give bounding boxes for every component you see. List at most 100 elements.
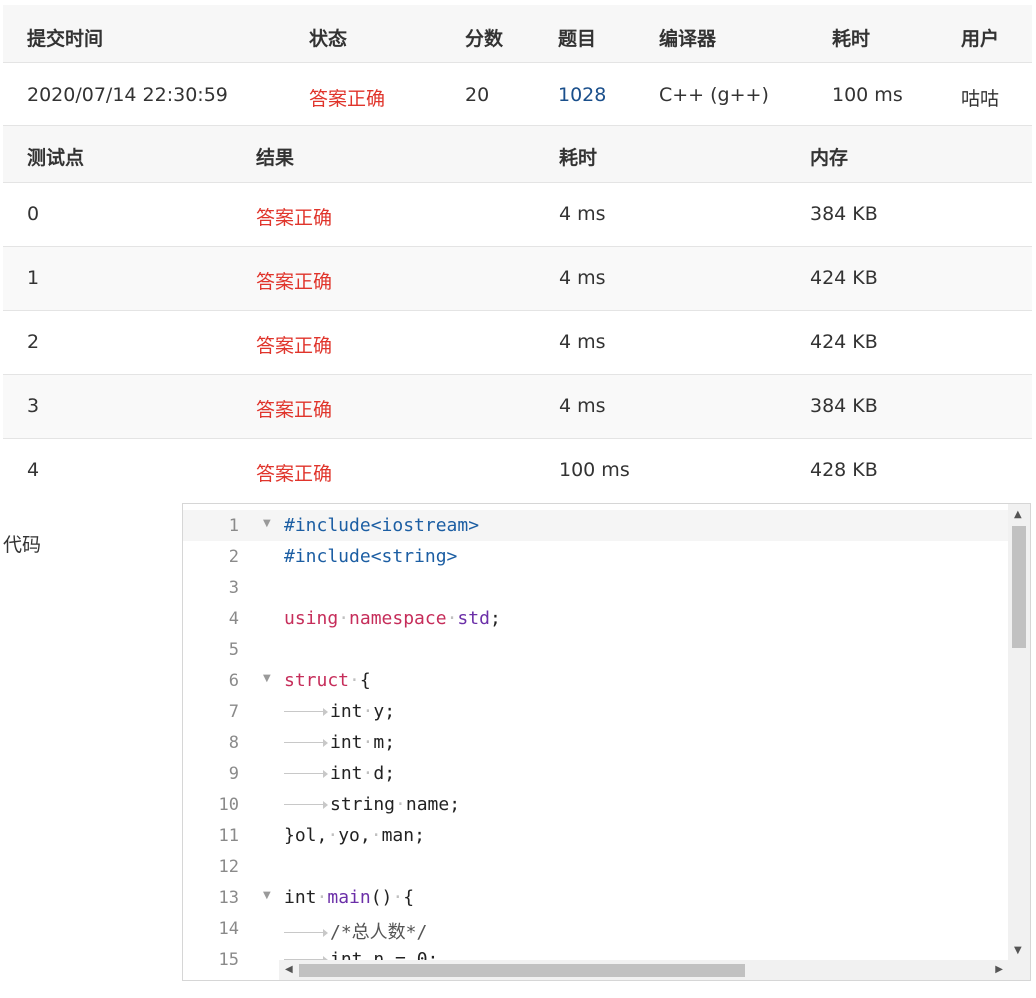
namespace-token: std <box>457 608 490 629</box>
code-line[interactable]: 6 ▼ struct·{ <box>183 665 1009 696</box>
case-result: 答案正确 <box>256 463 333 485</box>
line-number: 4 <box>228 609 239 629</box>
vertical-scroll-thumb[interactable] <box>1012 526 1026 648</box>
line-number: 12 <box>218 857 239 877</box>
code-token: { <box>403 887 415 908</box>
keyword-token: using <box>284 608 339 629</box>
header-compiler: 编译器 <box>659 28 717 50</box>
code-line[interactable]: 7 int·y; <box>183 696 1009 727</box>
line-number: 7 <box>228 702 239 722</box>
header-problem: 题目 <box>558 28 597 50</box>
compiler-value: C++ (g++) <box>659 84 769 106</box>
scroll-down-arrow-icon[interactable]: ▼ <box>1014 945 1022 956</box>
elapsed-value: 100 ms <box>832 84 903 106</box>
case-elapsed: 4 ms <box>559 267 606 289</box>
fold-arrow-icon[interactable]: ▼ <box>263 673 271 684</box>
fold-arrow-icon[interactable]: ▼ <box>263 518 271 529</box>
table-row: 2 答案正确 4 ms 424 KB <box>3 311 1032 375</box>
code-line[interactable]: 14 /*总人数*/ <box>183 913 1009 944</box>
table-row: 1 答案正确 4 ms 424 KB <box>3 247 1032 311</box>
code-token: }ol, <box>284 825 328 846</box>
header-score: 分数 <box>465 28 504 50</box>
vertical-scrollbar[interactable]: ▲ ▼ <box>1008 504 1030 980</box>
submission-table: 提交时间 状态 分数 题目 编译器 耗时 用户 2020/07/14 22:30… <box>3 5 1032 126</box>
line-number: 13 <box>218 888 239 908</box>
tab-indent-icon <box>284 928 330 938</box>
table-row: 3 答案正确 4 ms 384 KB <box>3 375 1032 439</box>
code-line[interactable]: 8 int·m; <box>183 727 1009 758</box>
case-result: 答案正确 <box>256 399 333 421</box>
line-number: 1 <box>228 516 239 536</box>
table-row: 0 答案正确 4 ms 384 KB <box>3 183 1032 247</box>
comment-token: /*总人数*/ <box>330 922 428 943</box>
scroll-right-arrow-icon[interactable]: ▶ <box>995 964 1003 975</box>
code-line[interactable]: 2 #include<string> <box>183 541 1009 572</box>
code-editor[interactable]: 1 ▼ #include<iostream> 2 #include<string… <box>182 503 1031 981</box>
code-line[interactable]: 5 <box>183 634 1009 665</box>
code-line[interactable]: 10 string·name; <box>183 789 1009 820</box>
case-memory: 428 KB <box>810 459 878 481</box>
preprocessor-token: #include <box>284 515 371 536</box>
score-value: 20 <box>465 84 490 106</box>
type-token: int <box>330 763 363 784</box>
scroll-left-arrow-icon[interactable]: ◀ <box>285 964 293 975</box>
fold-arrow-icon[interactable]: ▼ <box>263 890 271 901</box>
line-number: 15 <box>218 950 239 970</box>
line-number: 6 <box>228 671 239 691</box>
code-label: 代码 <box>3 534 42 556</box>
type-token: int <box>330 701 363 722</box>
line-number: 14 <box>218 919 239 939</box>
type-token: int <box>330 732 363 753</box>
user-value: 咕咕 <box>961 88 1000 110</box>
code-token: name; <box>405 794 461 815</box>
code-line[interactable]: 9 int·d; <box>183 758 1009 789</box>
tab-indent-icon <box>284 738 330 748</box>
case-id: 3 <box>27 395 40 417</box>
header-case-elapsed: 耗时 <box>559 147 598 169</box>
header-memory: 内存 <box>810 147 849 169</box>
case-elapsed: 4 ms <box>559 395 606 417</box>
submission-row: 2020/07/14 22:30:59 答案正确 20 1028 C++ (g+… <box>3 63 1032 126</box>
function-token: main <box>327 887 371 908</box>
code-line[interactable]: 12 <box>183 851 1009 882</box>
code-token: y; <box>373 701 396 722</box>
code-line[interactable]: 13 ▼ int·main()·{ <box>183 882 1009 913</box>
code-line[interactable]: 3 <box>183 572 1009 603</box>
case-id: 1 <box>27 267 40 289</box>
line-number: 5 <box>228 640 239 660</box>
case-id: 0 <box>27 203 40 225</box>
case-memory: 384 KB <box>810 203 878 225</box>
line-number: 11 <box>218 826 239 846</box>
header-result: 结果 <box>256 147 295 169</box>
case-result: 答案正确 <box>256 207 333 229</box>
tab-indent-icon <box>284 707 330 717</box>
header-status: 状态 <box>309 28 348 50</box>
problem-link[interactable]: 1028 <box>558 84 606 106</box>
horizontal-scroll-thumb[interactable] <box>299 964 745 977</box>
code-line[interactable]: 11 }ol,·yo,·man; <box>183 820 1009 851</box>
tab-indent-icon <box>284 800 330 810</box>
case-result: 答案正确 <box>256 335 333 357</box>
line-number: 2 <box>228 547 239 567</box>
header-user: 用户 <box>961 28 1000 50</box>
preprocessor-token: #include <box>284 546 371 567</box>
testcase-table: 测试点 结果 耗时 内存 0 答案正确 4 ms 384 KB 1 答案正确 4… <box>3 126 1032 503</box>
keyword-token: namespace <box>349 608 447 629</box>
line-number: 8 <box>228 733 239 753</box>
submit-time: 2020/07/14 22:30:59 <box>27 84 228 106</box>
type-token: int <box>284 887 317 908</box>
case-memory: 424 KB <box>810 267 878 289</box>
submission-header-row: 提交时间 状态 分数 题目 编译器 耗时 用户 <box>3 5 1032 63</box>
code-token: yo, <box>338 825 371 846</box>
header-submit-time: 提交时间 <box>27 28 104 50</box>
case-memory: 384 KB <box>810 395 878 417</box>
code-line[interactable]: 1 ▼ #include<iostream> <box>183 510 1009 541</box>
line-number: 3 <box>228 578 239 598</box>
line-number: 9 <box>228 764 239 784</box>
testcase-header-row: 测试点 结果 耗时 内存 <box>3 126 1032 183</box>
code-line[interactable]: 4 using·namespace·std; <box>183 603 1009 634</box>
scroll-up-arrow-icon[interactable]: ▲ <box>1014 509 1022 520</box>
case-id: 2 <box>27 331 40 353</box>
horizontal-scrollbar[interactable]: ◀ ▶ <box>279 960 1009 980</box>
tab-indent-icon <box>284 769 330 779</box>
